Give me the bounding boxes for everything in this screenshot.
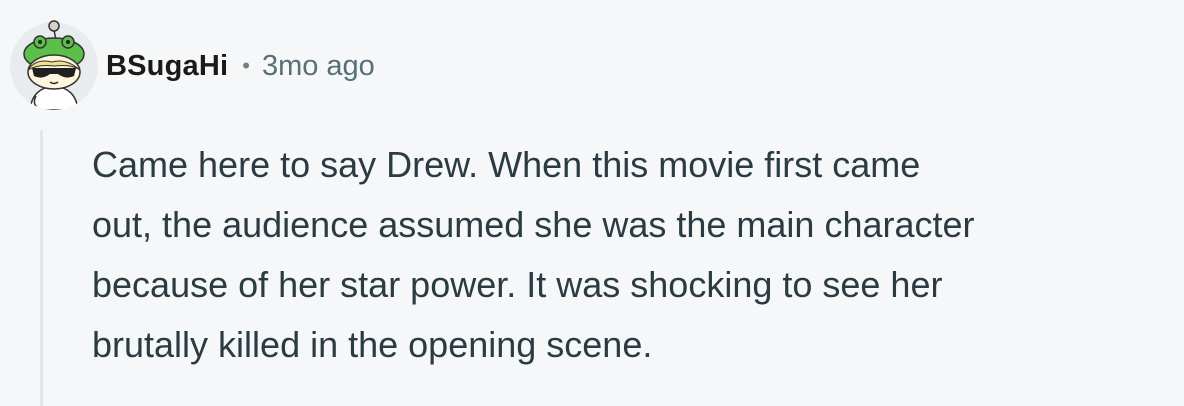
thread-line[interactable] <box>40 130 43 406</box>
comment-body: Came here to say Drew. When this movie f… <box>92 135 1172 375</box>
comment-body-line: brutally killed in the opening scene. <box>92 324 653 365</box>
meta-separator: • <box>242 53 250 78</box>
comment-body-line: out, the audience assumed she was the ma… <box>92 204 975 245</box>
snoo-avatar-icon <box>10 20 98 110</box>
comment: BSugaHi • 3mo ago Came here to say Drew.… <box>0 0 1184 406</box>
comment-timestamp[interactable]: 3mo ago <box>262 50 375 83</box>
comment-body-line: Came here to say Drew. When this movie f… <box>92 144 921 185</box>
user-avatar[interactable] <box>6 14 102 110</box>
comment-header: BSugaHi • 3mo ago <box>106 44 375 88</box>
username-link[interactable]: BSugaHi <box>106 50 228 83</box>
comment-body-line: because of her star power. It was shocki… <box>92 264 943 305</box>
